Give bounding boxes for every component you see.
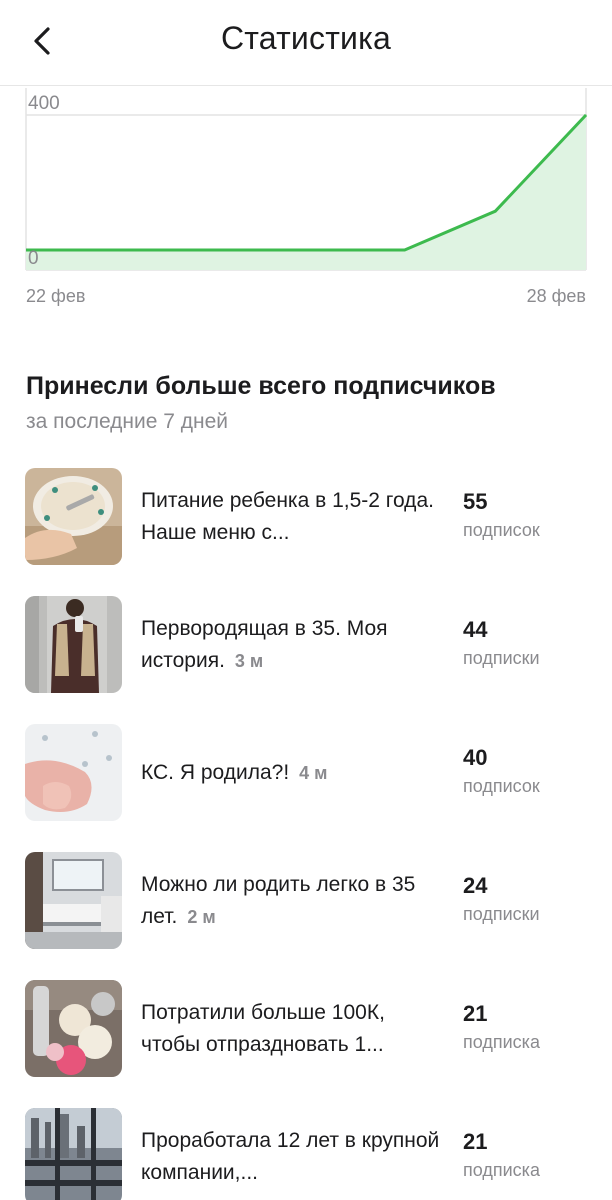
post-title-block: Питание ребенка в 1,5-2 года. Наше меню … <box>141 467 441 566</box>
post-thumbnail <box>25 1108 122 1200</box>
post-title: Первородящая в 35. Моя история. <box>141 616 388 672</box>
post-read-time: 3 м <box>234 650 264 671</box>
post-title-block: КС. Я родила?! 4 м <box>141 723 441 822</box>
list-item[interactable]: Питание ребенка в 1,5-2 года. Наше меню … <box>0 467 612 595</box>
post-title-block: Проработала 12 лет в крупной компании,..… <box>141 1107 441 1200</box>
subscriber-count-label: подписок <box>463 776 540 796</box>
post-thumbnail <box>25 596 122 693</box>
subscriber-count: 21 <box>463 1129 488 1154</box>
chart-point <box>222 249 224 251</box>
subscriber-count: 44 <box>463 617 488 642</box>
top-bar: Статистика <box>0 0 612 86</box>
subscribers-chart: 400 0 22 фев 28 фев <box>0 86 612 316</box>
chart-point <box>313 249 315 251</box>
subscriber-count: 24 <box>463 873 488 898</box>
page-title: Статистика <box>220 20 392 56</box>
subscriber-count-label: подписка <box>463 1032 540 1052</box>
y-tick-label: 400 <box>28 93 60 114</box>
section-subtitle: за последние 7 дней <box>26 410 229 433</box>
chart-point <box>494 210 496 212</box>
subscriber-count-label: подписки <box>463 904 540 924</box>
post-title: КС. Я родила?! <box>141 760 290 784</box>
post-title: Потратили больше 100К, чтобы отпразднова… <box>141 1000 385 1056</box>
y-tick-label: 0 <box>28 248 39 269</box>
post-title: Можно ли родить легко в 35 лет. <box>141 872 416 928</box>
x-tick-label: 22 фев <box>26 286 85 306</box>
list-item[interactable]: Первородящая в 35. Моя история. 3 м 44 по… <box>0 595 612 723</box>
post-read-time: 4 м <box>299 762 328 783</box>
subscriber-count: 40 <box>463 745 488 770</box>
list-item[interactable]: Проработала 12 лет в крупной компании,..… <box>0 1107 612 1200</box>
chart-point <box>132 249 134 251</box>
post-title-block: Первородящая в 35. Моя история. 3 м <box>141 595 441 694</box>
post-title: Проработала 12 лет в крупной компании,..… <box>141 1128 440 1184</box>
top-posts-list: Питание ребенка в 1,5-2 года. Наше меню … <box>0 467 612 1200</box>
subscriber-count-label: подписок <box>463 520 540 540</box>
list-item[interactable]: КС. Я родила?! 4 м 40 подписок <box>0 723 612 851</box>
chart-canvas: 400 0 22 фев 28 фев <box>25 88 588 306</box>
x-tick-label: 28 фев <box>527 286 586 306</box>
post-thumbnail <box>25 852 122 949</box>
post-read-time: 2 м <box>187 906 216 927</box>
chart-point <box>585 114 587 116</box>
post-title-block: Потратили больше 100К, чтобы отпразднова… <box>141 979 441 1078</box>
list-item[interactable]: Потратили больше 100К, чтобы отпразднова… <box>0 979 612 1107</box>
subscriber-count: 55 <box>463 489 488 514</box>
subscriber-count: 21 <box>463 1001 488 1026</box>
chart-point <box>41 249 43 251</box>
post-thumbnail <box>25 980 122 1077</box>
subscriber-count-label: подписки <box>463 648 540 668</box>
chart-point <box>404 249 406 251</box>
subscriber-count-label: подписка <box>463 1160 540 1180</box>
list-item[interactable]: Можно ли родить легко в 35 лет. 2 м 24 по… <box>0 851 612 979</box>
post-title: Питание ребенка в 1,5-2 года. Наше меню … <box>141 488 434 544</box>
post-title-block: Можно ли родить легко в 35 лет. 2 м <box>141 851 441 950</box>
post-thumbnail <box>25 468 122 565</box>
post-thumbnail <box>25 724 122 821</box>
chart-area <box>26 115 586 270</box>
section-title: Принесли больше всего подписчиков <box>26 372 496 400</box>
